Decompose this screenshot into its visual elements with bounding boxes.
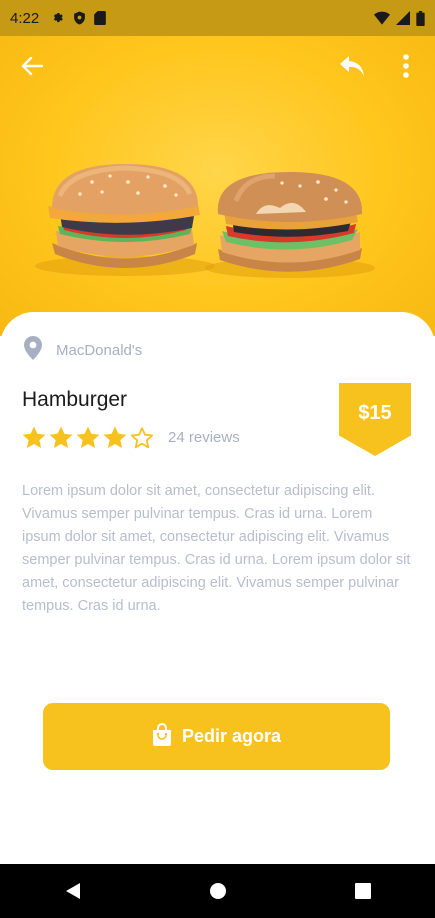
order-now-button[interactable]: Pedir agora [43,703,390,770]
more-vertical-icon[interactable] [392,48,420,84]
product-description: Lorem ipsum dolor sit amet, consectetur … [22,483,411,614]
product-card: MacDonald's Hamburger 24 reviews $15 Lor… [0,312,435,864]
shopping-bag-icon [152,722,172,751]
sd-card-icon [94,11,107,25]
status-right [374,10,425,26]
battery-icon [416,10,425,26]
price-label: $15 [358,402,392,424]
star-rating [22,426,154,449]
star-filled-icon [49,426,73,448]
reviews-count: 24 reviews [168,429,240,446]
map-pin-icon [24,336,42,365]
status-left: 4:22 [10,9,107,27]
recents-square-icon[interactable] [338,871,388,911]
back-triangle-icon[interactable] [48,871,98,911]
location-row: MacDonald's [24,336,142,365]
product-title: Hamburger [22,388,128,411]
product-detail-screen: 4:22 MacDonald's Hamburger 24 reviews $1… [0,0,435,918]
top-app-bar [0,36,435,96]
star-filled-icon [76,426,100,448]
star-filled-icon [103,426,127,448]
star-filled-icon [22,426,46,448]
price-badge: $15 [339,383,411,456]
restaurant-name: MacDonald's [56,342,143,359]
order-now-label: Pedir agora [181,726,282,746]
gear-icon [51,11,65,25]
arrow-left-icon[interactable] [14,50,50,82]
star-outline-icon [131,427,153,449]
shield-icon [73,11,86,25]
share-reply-icon[interactable] [334,48,370,84]
status-bar: 4:22 [0,0,435,36]
home-circle-icon[interactable] [193,871,243,911]
signal-icon [396,11,410,25]
wifi-icon [374,11,390,25]
status-time: 4:22 [10,9,40,27]
rating-row: 24 reviews [22,426,240,449]
system-nav-bar [0,864,435,918]
